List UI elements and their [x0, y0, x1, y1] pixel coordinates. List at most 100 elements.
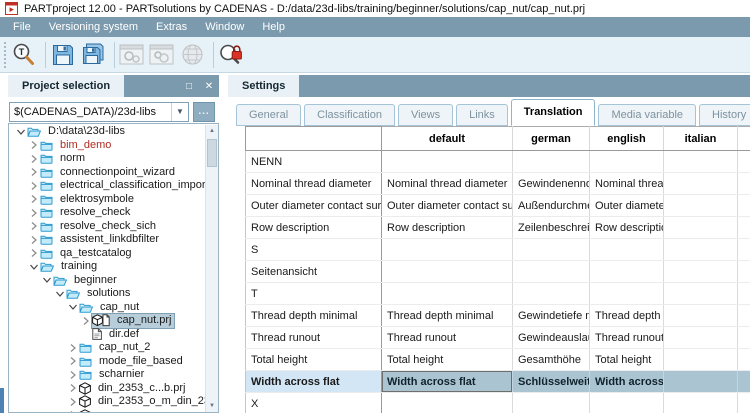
- tree-item-content[interactable]: scharnier: [79, 368, 147, 382]
- chevron-right-icon[interactable]: [28, 194, 40, 204]
- tree-item-content[interactable]: resolve_check_sich: [40, 220, 159, 234]
- column-header-italian[interactable]: italian: [663, 126, 738, 151]
- chevron-right-icon[interactable]: [67, 383, 79, 393]
- translation-cell[interactable]: [737, 194, 750, 217]
- tree-item-content[interactable]: din_2353_o_m_din_23...: [79, 395, 205, 409]
- translation-cell[interactable]: Zeilenbeschreib...: [512, 216, 590, 239]
- translation-cell[interactable]: [737, 282, 750, 305]
- tree-item-content[interactable]: [79, 408, 101, 412]
- tree-item-cap_nut.prj[interactable]: cap_nut.prj: [9, 313, 205, 329]
- tree-item-content[interactable]: cap_nut.prj: [90, 313, 176, 329]
- translation-cell[interactable]: Thread depth ...: [589, 304, 664, 327]
- translation-cell[interactable]: Outer diameter contact surfa...: [381, 194, 513, 217]
- translation-cell[interactable]: Nominal thread...: [589, 172, 664, 195]
- translation-cell[interactable]: Thread depth minimal: [381, 304, 513, 327]
- tree-item-solutions[interactable]: solutions: [9, 287, 205, 301]
- row-header-cell[interactable]: Nominal thread diameter: [245, 172, 382, 195]
- scroll-down-icon[interactable]: ▼: [206, 400, 218, 412]
- tree-item-bim_demo[interactable]: bim_demo: [9, 139, 205, 153]
- chevron-right-icon[interactable]: [67, 343, 79, 353]
- translation-cell[interactable]: Total height: [589, 348, 664, 371]
- tree-item-content[interactable]: elektrosymbole: [40, 193, 137, 207]
- close-panel-button[interactable]: ✕: [199, 75, 219, 97]
- row-header-cell[interactable]: Seitenansicht: [245, 260, 382, 283]
- tree-item-content[interactable]: mode_file_based: [79, 355, 186, 369]
- translation-cell[interactable]: [512, 282, 590, 305]
- row-header-cell[interactable]: Thread depth minimal: [245, 304, 382, 327]
- tab-history[interactable]: History: [699, 104, 750, 126]
- translation-cell[interactable]: [663, 172, 738, 195]
- translation-cell[interactable]: Total height: [381, 348, 513, 371]
- tree-item-dir.def[interactable]: dir.def: [9, 328, 205, 342]
- tree-item-content[interactable]: training: [40, 260, 100, 274]
- chevron-right-icon[interactable]: [28, 181, 40, 191]
- translation-cell[interactable]: Gewindeauslauf: [512, 326, 590, 349]
- combobox-dropdown-icon[interactable]: ▼: [171, 102, 188, 121]
- chevron-down-icon[interactable]: [28, 262, 40, 272]
- translation-cell[interactable]: Gewindenennd...: [512, 172, 590, 195]
- tree-item-qa_testcatalog[interactable]: qa_testcatalog: [9, 247, 205, 261]
- chevron-down-icon[interactable]: [54, 289, 66, 299]
- translation-cell[interactable]: [512, 392, 590, 413]
- tree-item-norm[interactable]: norm: [9, 152, 205, 166]
- translation-cell[interactable]: Gewindetiefe m...: [512, 304, 590, 327]
- translation-cell[interactable]: [381, 282, 513, 305]
- tree-item-content[interactable]: norm: [40, 152, 88, 166]
- tree-item-electrical_classification_import_...[interactable]: electrical_classification_import_...: [9, 179, 205, 193]
- browse-button[interactable]: ...: [193, 101, 215, 122]
- tab-general[interactable]: General: [236, 104, 302, 126]
- menu-versioning-system[interactable]: Versioning system: [40, 17, 147, 37]
- translation-cell[interactable]: Row description: [381, 216, 513, 239]
- translation-cell[interactable]: [663, 260, 738, 283]
- translation-cell[interactable]: [589, 260, 664, 283]
- toolbar-grip[interactable]: [2, 41, 8, 68]
- menu-file[interactable]: File: [4, 17, 40, 37]
- tree-item-d-data-23d-libs[interactable]: D:\data\23d-libs: [9, 125, 205, 139]
- scroll-up-icon[interactable]: ▲: [206, 125, 218, 137]
- tree-item-content[interactable]: dir.def: [92, 328, 142, 342]
- chevron-right-icon[interactable]: [28, 154, 40, 164]
- tree-item-beginner[interactable]: beginner: [9, 274, 205, 288]
- translation-cell[interactable]: Thread runout: [589, 326, 664, 349]
- row-header-cell[interactable]: NENN: [245, 150, 382, 173]
- translation-cell[interactable]: Outer diameter ...: [589, 194, 664, 217]
- translation-cell[interactable]: [512, 238, 590, 261]
- tree-item-content[interactable]: electrical_classification_import_...: [40, 179, 205, 193]
- chevron-right-icon[interactable]: [28, 208, 40, 218]
- tree-scrollbar[interactable]: ▲ ▼: [205, 125, 218, 412]
- chevron-right-icon[interactable]: [80, 316, 92, 326]
- tree-item-mode_file_based[interactable]: mode_file_based: [9, 355, 205, 369]
- scrollbar-thumb[interactable]: [207, 139, 217, 167]
- translation-cell[interactable]: Width across flat: [381, 370, 513, 393]
- tree-item-content[interactable]: resolve_check: [40, 206, 133, 220]
- tree-item-cap_nut[interactable]: cap_nut: [9, 301, 205, 315]
- tree-item-content[interactable]: connectionpoint_wizard: [40, 166, 178, 180]
- translation-cell[interactable]: Nominal thread diameter: [381, 172, 513, 195]
- row-header-cell[interactable]: X: [245, 392, 382, 413]
- translation-cell[interactable]: Gesamthöhe: [512, 348, 590, 371]
- column-header-english[interactable]: english: [589, 126, 664, 151]
- tree-item-content[interactable]: qa_testcatalog: [40, 247, 135, 261]
- tree-item-cap_nut_2[interactable]: cap_nut_2: [9, 341, 205, 355]
- translation-cell[interactable]: [663, 282, 738, 305]
- menu-window[interactable]: Window: [196, 17, 253, 37]
- translation-cell[interactable]: [589, 238, 664, 261]
- chevron-down-icon[interactable]: [67, 302, 79, 312]
- toolbar-button-magnifier-lock[interactable]: [218, 40, 248, 70]
- translation-cell[interactable]: Width across flat: [589, 370, 664, 393]
- translation-cell[interactable]: [663, 194, 738, 217]
- chevron-right-icon[interactable]: [28, 235, 40, 245]
- translation-cell[interactable]: Schlüsselweite: [512, 370, 590, 393]
- translation-cell[interactable]: [737, 172, 750, 195]
- tree-item-connectionpoint_wizard[interactable]: connectionpoint_wizard: [9, 166, 205, 180]
- translation-cell[interactable]: [663, 348, 738, 371]
- tree-item-resolve_check[interactable]: resolve_check: [9, 206, 205, 220]
- translation-cell[interactable]: [737, 326, 750, 349]
- tab-links[interactable]: Links: [456, 104, 508, 126]
- translation-cell[interactable]: [663, 370, 738, 393]
- translation-cell[interactable]: [737, 370, 750, 393]
- translation-cell[interactable]: [381, 238, 513, 261]
- column-header-default[interactable]: default: [381, 126, 513, 151]
- tree-item-elektrosymbole[interactable]: elektrosymbole: [9, 193, 205, 207]
- tree-item-content[interactable]: cap_nut: [79, 301, 142, 315]
